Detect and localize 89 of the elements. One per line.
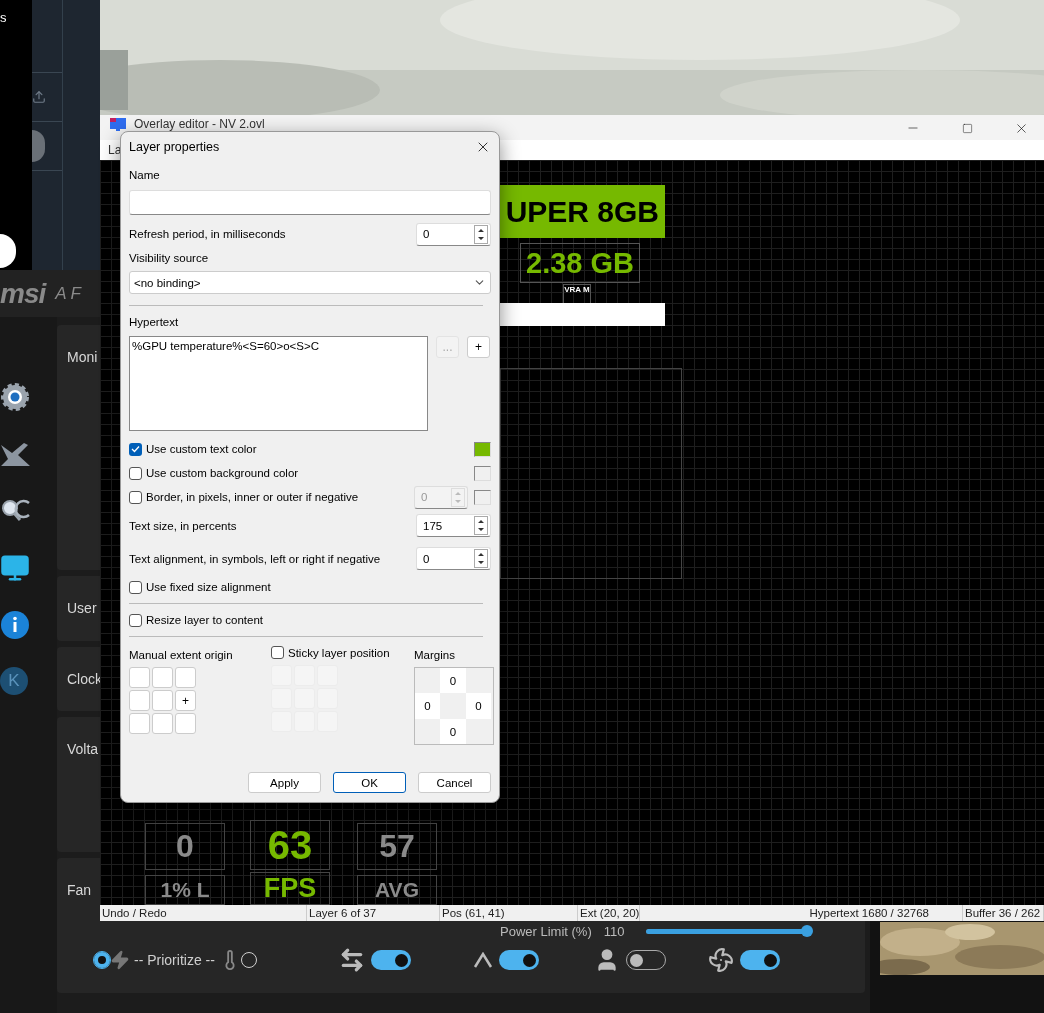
color-swatch[interactable] <box>474 441 491 457</box>
status-text: Pos (61, 41) <box>440 905 578 921</box>
maximize-icon <box>961 122 973 134</box>
status-text: Ext (20, 20) <box>578 905 640 921</box>
checkbox-label: Border, in pixels, inner or outer if negative <box>146 491 359 503</box>
origin-cell[interactable] <box>129 690 150 711</box>
field-label: Text alignment, in symbols, left or right if negative <box>129 552 381 565</box>
section-label: Moni <box>67 349 98 365</box>
dialog-button[interactable]: Apply <box>248 772 321 793</box>
spin-arrows-icon[interactable] <box>474 224 488 244</box>
overlay-banner: UPER 8GB <box>500 185 665 238</box>
toggle-switch[interactable] <box>498 950 539 970</box>
status-text: Layer 6 of 37 <box>307 905 440 921</box>
upload-icon[interactable] <box>32 90 46 104</box>
monitor-icon[interactable] <box>0 553 30 583</box>
dialog-button[interactable]: Cancel <box>418 772 491 793</box>
checkbox-label: Use fixed size alignment <box>146 581 271 593</box>
name-field[interactable] <box>129 190 491 215</box>
toggle-switch[interactable] <box>739 950 780 970</box>
checkbox-label: Use custom text color <box>146 443 257 455</box>
prioritize-label: -- Prioritize -- <box>134 952 215 968</box>
dialog-button[interactable]: OK <box>333 772 406 793</box>
monitor-icon <box>110 118 126 131</box>
round-button[interactable] <box>0 234 16 268</box>
small-button[interactable]: + <box>467 336 490 358</box>
spin-field[interactable]: 0 <box>416 222 491 246</box>
checkbox-label: Sticky layer position <box>288 646 390 659</box>
logo: msi <box>0 277 46 310</box>
section-label: Volta <box>67 741 99 757</box>
window-title: Overlay editor - NV 2.ovl <box>134 118 266 130</box>
status-text: Undo / Redo <box>100 905 307 921</box>
checkbox[interactable] <box>129 466 142 480</box>
section-label: Clock <box>67 671 102 687</box>
spin-arrows-icon[interactable] <box>474 549 488 568</box>
origin-cell[interactable]: + <box>175 690 196 711</box>
fan-icon <box>707 947 734 973</box>
hypertext-field[interactable]: %GPU temperature%<S=60>o<S>C <box>129 336 428 431</box>
status-text: Hypertext 1680 / 32768 <box>640 905 963 921</box>
origin-cell[interactable] <box>152 713 173 734</box>
field-label: Name <box>129 169 161 181</box>
field-label: Refresh period, in milliseconds <box>129 228 286 240</box>
overlay-caption: FPS <box>250 872 330 905</box>
checkbox-label: Use custom background color <box>146 467 299 479</box>
origin-cell[interactable] <box>152 667 173 688</box>
overlay-value: 63 <box>250 820 330 870</box>
field-label: Hypertext <box>129 316 180 328</box>
overlay-value: 0 <box>145 823 225 870</box>
toggle-switch[interactable] <box>370 950 411 970</box>
origin-cell[interactable] <box>152 690 173 711</box>
overlay-value: 57 <box>357 823 437 870</box>
color-swatch[interactable] <box>474 465 491 481</box>
lightning-icon <box>110 950 130 970</box>
power-limit-label: Power Limit (%) <box>500 924 592 939</box>
margin-field[interactable]: 0 <box>466 693 491 719</box>
margin-field[interactable]: 0 <box>440 668 466 693</box>
color-swatch[interactable] <box>474 489 491 505</box>
chevron-icon <box>472 952 493 968</box>
checkbox[interactable] <box>129 442 142 456</box>
field-label: Manual extent origin <box>129 649 234 661</box>
gear-icon[interactable] <box>0 382 30 412</box>
margin-field[interactable]: 0 <box>415 693 440 719</box>
origin-cell[interactable] <box>175 713 196 734</box>
spin-arrows-icon[interactable] <box>474 516 488 535</box>
checkbox[interactable] <box>271 646 284 659</box>
status-text: Buffer 36 / 262 <box>963 905 1044 921</box>
dialog-title: Layer properties <box>129 139 220 154</box>
field-label: Text size, in percents <box>129 519 237 532</box>
checkbox-label: Resize layer to content <box>146 614 263 626</box>
spin-field[interactable]: 175 <box>416 514 491 537</box>
field-label: Margins <box>414 649 456 661</box>
select-field[interactable]: <no binding> <box>129 271 491 294</box>
info-icon[interactable] <box>0 610 30 640</box>
field-label: Visibility source <box>129 252 210 264</box>
app-name: AF <box>55 283 85 304</box>
margin-field[interactable]: 0 <box>440 719 466 744</box>
origin-cell[interactable] <box>129 713 150 734</box>
checkbox[interactable] <box>129 613 142 627</box>
section-label: User <box>67 600 97 616</box>
radio-button[interactable] <box>94 952 110 968</box>
overlay-caption: 1% L <box>145 875 225 905</box>
panel-text: s <box>0 10 8 25</box>
checkbox[interactable] <box>129 580 142 594</box>
overlay-caption: AVG <box>357 875 437 905</box>
origin-cell[interactable] <box>129 667 150 688</box>
power-limit-value: 110 <box>603 924 625 939</box>
overlay-text: 2.38 GB <box>520 243 640 283</box>
section-label: Fan <box>67 882 92 898</box>
spin-field[interactable]: 0 <box>416 547 491 570</box>
origin-cell[interactable] <box>175 667 196 688</box>
